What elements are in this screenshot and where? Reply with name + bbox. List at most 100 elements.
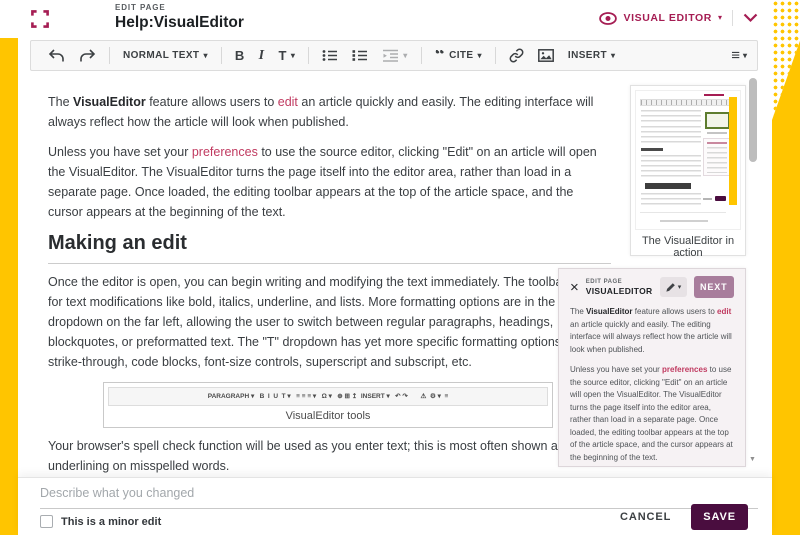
insert-label: INSERT <box>568 50 607 61</box>
cite-label: CITE <box>449 50 473 61</box>
toolbar-separator <box>221 47 222 64</box>
link-icon <box>509 48 524 63</box>
chevron-down-icon: ▾ <box>718 14 722 22</box>
cite-dropdown[interactable]: “ CITE ▾ <box>428 50 489 61</box>
text-segment: an article quickly and easily. The editi… <box>570 320 732 354</box>
link-button[interactable] <box>502 48 531 63</box>
toolbar-separator <box>421 47 422 64</box>
mode-dropdown[interactable]: VISUAL EDITOR <box>623 12 712 24</box>
embedded-figure[interactable]: PARAGRAPH ▾ B I U T ▾ ≡ ≡ ≡ ▾ Ω ▾ ⊕ ⊞ ↥ … <box>103 382 553 428</box>
paragraph-style-dropdown[interactable]: NORMAL TEXT ▾ <box>116 50 215 61</box>
text-segment: The <box>570 307 586 316</box>
save-footer: This is a minor edit CANCEL SAVE <box>18 477 772 535</box>
scrollbar-thumb[interactable] <box>749 78 757 162</box>
paragraph: Once the editor is open, you can begin w… <box>48 272 611 372</box>
paragraph-style-label: NORMAL TEXT <box>123 50 199 61</box>
hamburger-icon: ≡ <box>731 47 740 64</box>
inline-link[interactable]: edit <box>278 95 298 109</box>
text-segment: to use the source editor, clicking "Edit… <box>570 365 733 462</box>
numbered-list-icon <box>352 49 368 62</box>
figure-caption: VisualEditor tools <box>108 406 548 423</box>
header-divider <box>732 10 733 26</box>
fullscreen-icon <box>31 10 49 28</box>
cancel-button[interactable]: CANCEL <box>620 511 671 523</box>
collapse-header-button[interactable] <box>743 13 758 23</box>
edit-page-kicker: EDIT PAGE <box>115 3 244 12</box>
bullet-list-button[interactable] <box>315 49 345 62</box>
preview-paragraph: Unless you have set your preferences to … <box>570 364 734 464</box>
redo-button[interactable] <box>72 49 103 63</box>
minor-edit-control: This is a minor edit <box>40 515 161 528</box>
indent-icon <box>382 49 399 62</box>
page-title-block: EDIT PAGE Help:VisualEditor <box>115 3 244 32</box>
chevron-down-icon: ▾ <box>403 52 407 60</box>
image-icon <box>538 49 554 62</box>
quote-icon: “ <box>435 50 445 61</box>
minor-edit-checkbox[interactable] <box>40 515 53 528</box>
paragraph: Unless you have set your preferences to … <box>48 142 611 222</box>
page-title: Help:VisualEditor <box>115 14 244 32</box>
inline-link[interactable]: preferences <box>192 145 258 159</box>
thumbnail-caption: The VisualEditor in action <box>635 230 741 259</box>
toolbar-menu-dropdown[interactable]: ≡ ▾ <box>731 47 747 64</box>
preview-title: VISUALEDITOR <box>586 286 653 296</box>
bold-button[interactable]: B <box>228 48 252 63</box>
preview-header: × EDIT PAGE VISUALEDITOR ▾ NEXT <box>570 276 734 298</box>
toolbar-separator <box>308 47 309 64</box>
undo-button[interactable] <box>41 49 72 63</box>
paragraph: Your browser's spell check function will… <box>48 436 611 476</box>
text-style-dropdown[interactable]: T ▾ <box>272 48 303 63</box>
scroll-down-arrow[interactable]: ▼ <box>749 456 756 463</box>
text-segment: Unless you have set your <box>570 365 662 374</box>
text-style-label: T <box>279 48 287 63</box>
toolbar-separator <box>495 47 496 64</box>
inline-link[interactable]: edit <box>717 307 731 316</box>
chevron-down-icon: ▾ <box>291 52 295 60</box>
background-right-yellow <box>772 0 800 535</box>
article-edit-surface[interactable]: The VisualEditor feature allows users to… <box>48 92 611 486</box>
section-heading: Making an edit <box>48 232 611 264</box>
background-left-yellow <box>0 38 18 535</box>
editor-preview-thumbnail[interactable]: × EDIT PAGE VISUALEDITOR ▾ NEXT The Visu… <box>558 268 746 467</box>
text-segment: Unless you have set your <box>48 145 192 159</box>
close-icon: × <box>570 280 579 295</box>
image-button[interactable] <box>531 49 561 62</box>
inline-link[interactable]: preferences <box>662 365 707 374</box>
thumbnail-figure[interactable]: The VisualEditor in action <box>630 85 746 256</box>
chevron-down-icon: ▾ <box>203 52 207 60</box>
insert-dropdown[interactable]: INSERT ▾ <box>561 50 623 61</box>
dot-pattern-decoration <box>772 0 800 120</box>
bullet-list-icon <box>322 49 338 62</box>
paragraph: The VisualEditor feature allows users to… <box>48 92 611 132</box>
text-segment: VisualEditor <box>73 95 146 109</box>
preview-body: The VisualEditor feature allows users to… <box>570 306 734 464</box>
text-segment: Once the editor is open, you can begin w… <box>48 275 608 369</box>
pencil-dropdown: ▾ <box>660 277 687 297</box>
indent-dropdown[interactable]: ▾ <box>375 49 414 62</box>
chevron-down-icon: ▾ <box>478 52 482 60</box>
chevron-down-icon: ▾ <box>611 52 615 60</box>
preview-kicker: EDIT PAGE <box>586 279 653 285</box>
chevron-down-icon: ▾ <box>743 52 747 60</box>
next-button: NEXT <box>694 276 735 298</box>
editor-mode-controls: VISUAL EDITOR ▾ <box>599 10 758 26</box>
editor-panel: NORMAL TEXT ▾ B I T ▾ <box>18 38 772 535</box>
fullscreen-toggle-button[interactable] <box>30 9 50 29</box>
edit-header: EDIT PAGE Help:VisualEditor VISUAL EDITO… <box>0 0 772 38</box>
chevron-down-icon: ▾ <box>678 284 682 291</box>
save-button[interactable]: SAVE <box>691 504 748 530</box>
formatting-toolbar: NORMAL TEXT ▾ B I T ▾ <box>30 40 758 71</box>
pencil-icon <box>665 282 676 293</box>
text-segment: Your browser's spell check function will… <box>48 439 586 473</box>
footer-actions: CANCEL SAVE <box>620 504 748 530</box>
italic-button[interactable]: I <box>252 48 272 64</box>
minor-edit-label: This is a minor edit <box>61 516 161 528</box>
mini-toolbar-image: PARAGRAPH ▾ B I U T ▾ ≡ ≡ ≡ ▾ Ω ▾ ⊕ ⊞ ↥ … <box>108 387 548 406</box>
visual-editor-window: EDIT PAGE Help:VisualEditor VISUAL EDITO… <box>0 0 800 535</box>
eye-icon <box>599 12 617 25</box>
numbered-list-button[interactable] <box>345 49 375 62</box>
text-segment: feature allows users to <box>633 307 717 316</box>
text-segment: feature allows users to <box>146 95 278 109</box>
text-segment: VisualEditor <box>586 307 633 316</box>
thumbnail-image <box>635 90 741 230</box>
